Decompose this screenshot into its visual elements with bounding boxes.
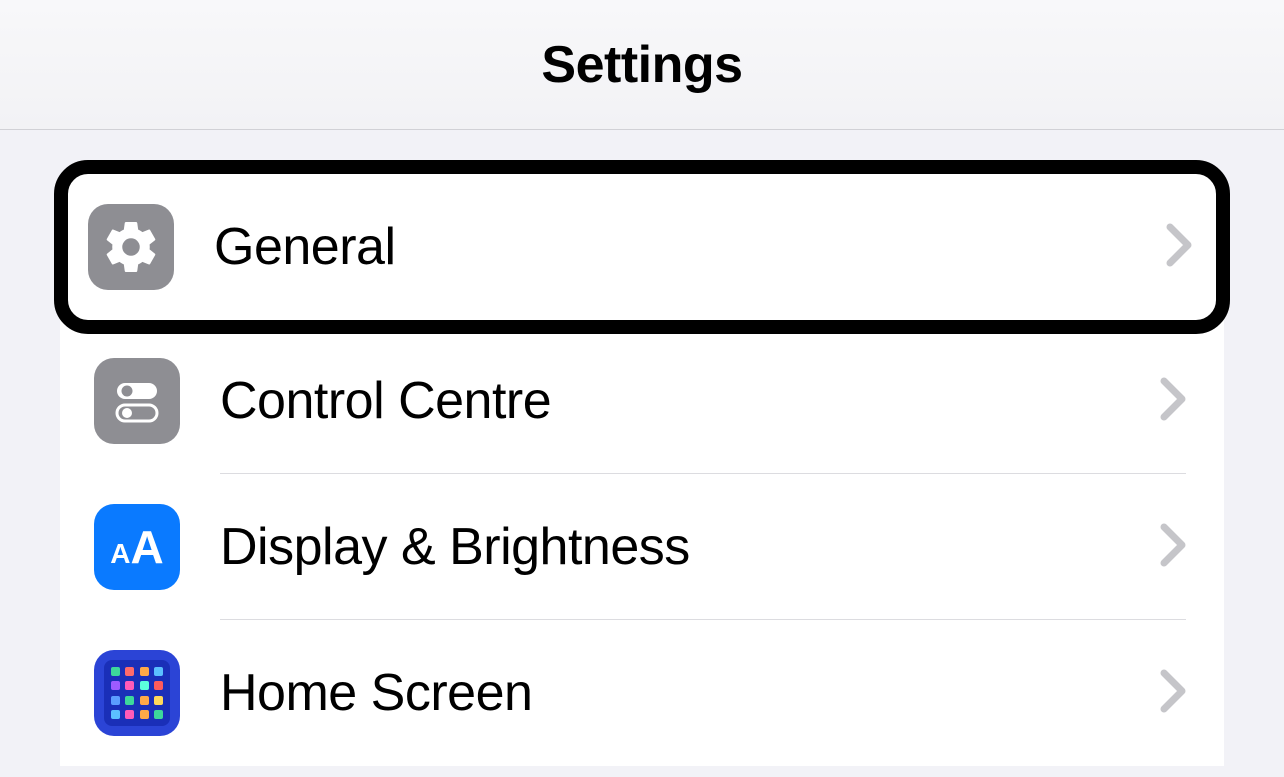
home-screen-icon [94, 650, 180, 736]
settings-row-label: Home Screen [220, 663, 1160, 723]
chevron-right-icon [1160, 377, 1186, 426]
display-brightness-icon: AA [94, 504, 180, 590]
control-centre-icon [94, 358, 180, 444]
settings-row-label: Display & Brightness [220, 517, 1160, 577]
chevron-right-icon [1160, 523, 1186, 572]
settings-row-label: General [214, 217, 1166, 277]
chevron-right-icon [1160, 669, 1186, 718]
settings-header: Settings [0, 0, 1284, 130]
chevron-right-icon [1166, 223, 1192, 272]
settings-row-home-screen[interactable]: Home Screen [60, 620, 1224, 766]
settings-group: General Control Centre AA [60, 160, 1224, 766]
gear-icon [88, 204, 174, 290]
settings-row-display-brightness[interactable]: AA Display & Brightness [60, 474, 1224, 620]
settings-row-general[interactable]: General [54, 160, 1230, 334]
settings-row-control-centre[interactable]: Control Centre [60, 328, 1224, 474]
settings-row-label: Control Centre [220, 371, 1160, 431]
page-title: Settings [541, 35, 742, 95]
